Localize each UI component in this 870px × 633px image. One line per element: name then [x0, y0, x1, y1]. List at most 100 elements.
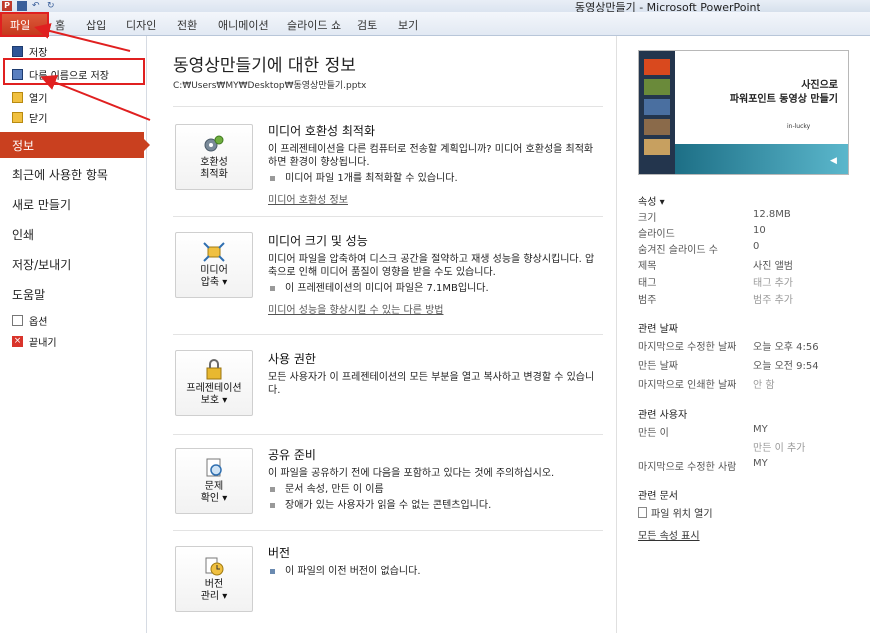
nav-save-as[interactable]: 다른 이름으로 저장: [12, 65, 109, 83]
button-label: 압축 ▾: [200, 277, 228, 288]
nav-new[interactable]: 새로 만들기: [12, 196, 71, 213]
permissions-section: 사용 권한 모든 사용자가 이 프레젠테이션의 모든 부분을 열고 복사하고 변…: [268, 350, 598, 397]
manage-versions-button[interactable]: 버전 관리 ▾: [175, 546, 253, 612]
section-title: 공유 준비: [268, 448, 316, 462]
prop-tags[interactable]: 태그 태그 추가: [638, 274, 868, 289]
thumbnail-subtitle: in-lucky: [787, 123, 811, 130]
exit-icon: ×: [12, 335, 23, 347]
properties-heading[interactable]: 속성 ▾: [638, 193, 665, 208]
info-pane: 동영상만들기에 대한 정보 C:₩Users₩MY₩Desktop₩동영상만들기…: [148, 36, 615, 633]
file-path: C:₩Users₩MY₩Desktop₩동영상만들기.pptx: [173, 81, 367, 91]
quick-access-toolbar: P ↶ ↻: [2, 0, 57, 12]
divider: [173, 216, 603, 217]
tab-design[interactable]: 디자인: [126, 17, 156, 33]
nav-options[interactable]: 옵션: [12, 311, 47, 329]
button-label: 미디어: [200, 265, 228, 276]
button-label: 버전: [204, 579, 224, 590]
tab-home[interactable]: 홈: [55, 17, 65, 33]
nav-save-send[interactable]: 저장/보내기: [12, 256, 71, 273]
tab-slideshow[interactable]: 슬라이드 쇼: [287, 17, 341, 33]
prop-last-modified: 마지막으로 수정한 날짜 오늘 오후 4:56: [638, 342, 819, 353]
nav-recent[interactable]: 최근에 사용한 항목: [12, 166, 108, 183]
section-title: 미디어 크기 및 성능: [268, 234, 368, 248]
save-icon[interactable]: [17, 1, 27, 11]
prop-title[interactable]: 제목 사진 앨범: [638, 257, 868, 272]
properties-panel: 사진으로 파워포인트 동영상 만들기 in-lucky ◀ 속성 ▾ 크기 12.…: [616, 36, 870, 633]
save-as-icon: [12, 68, 23, 80]
divider: [173, 530, 603, 531]
section-desc: 이 프레젠테이션을 다른 컴퓨터로 전송할 계획입니까? 미디어 호환성을 최적…: [268, 144, 594, 168]
compress-media-button[interactable]: 미디어 압축 ▾: [175, 232, 253, 298]
nav-close[interactable]: 닫기: [12, 108, 47, 126]
ribbon-tab-bar: 홈 삽입 디자인 전환 애니메이션 슬라이드 쇼 검토 보기: [0, 12, 870, 36]
bullet-item: 미디어 파일 1개를 최적화할 수 있습니다.: [268, 172, 598, 185]
tab-review[interactable]: 검토: [357, 17, 377, 33]
prop-created: 만든 날짜 오늘 오전 9:54: [638, 361, 819, 372]
check-for-issues-button[interactable]: 문제 확인 ▾: [175, 448, 253, 514]
add-author-field[interactable]: 만든 이 추가: [638, 439, 868, 454]
section-title: 버전: [268, 546, 291, 560]
prop-categories[interactable]: 범주 범주 추가: [638, 291, 868, 306]
tab-view[interactable]: 보기: [398, 17, 418, 33]
document-icon: [638, 507, 647, 518]
nav-print[interactable]: 인쇄: [12, 226, 34, 243]
nav-info-label: 정보: [12, 139, 35, 153]
speaker-icon: ◀: [830, 156, 837, 166]
undo-icon[interactable]: ↶: [32, 1, 42, 11]
protect-presentation-button[interactable]: 프레젠테이션 보호 ▾: [175, 350, 253, 416]
thumbnail-photo-strip: [639, 51, 675, 174]
nav-options-label: 옵션: [29, 316, 48, 328]
show-all-properties-link[interactable]: 모든 속성 표시: [638, 527, 700, 542]
related-documents-heading: 관련 문서: [638, 491, 678, 502]
prop-slides: 슬라이드 10: [638, 225, 766, 240]
compress-icon: [203, 242, 225, 262]
prop-hidden-slides: 숨겨진 슬라이드 수0: [638, 241, 760, 256]
button-label: 최적화: [200, 169, 228, 180]
redo-icon[interactable]: ↻: [47, 1, 57, 11]
nav-help[interactable]: 도움말: [12, 286, 45, 303]
prop-author: 만든 이 MY: [638, 424, 768, 439]
backstage-nav: 저장 다른 이름으로 저장 열기 닫기 정보 최근에 사용한 항목 새로 만들기…: [0, 36, 150, 633]
divider: [173, 106, 603, 107]
tab-animations[interactable]: 애니메이션: [218, 17, 269, 33]
section-desc: 미디어 파일을 압축하여 디스크 공간을 절약하고 재생 성능을 향상시킵니다.…: [268, 254, 595, 278]
powerpoint-backstage: P ↶ ↻ 동영상만들기 - Microsoft PowerPoint 홈 삽입…: [0, 0, 870, 633]
button-label: 확인 ▾: [200, 493, 228, 504]
nav-open[interactable]: 열기: [12, 88, 47, 106]
open-file-location-link[interactable]: 파일 위치 열기: [638, 505, 713, 520]
tab-transitions[interactable]: 전환: [177, 17, 197, 33]
button-label: 프레젠테이션: [186, 383, 242, 394]
open-folder-icon: [12, 91, 23, 103]
nav-save[interactable]: 저장: [12, 42, 47, 60]
page-title: 동영상만들기에 대한 정보: [173, 56, 356, 76]
nav-info[interactable]: 정보: [0, 132, 150, 158]
media-performance-link[interactable]: 미디어 성능을 향상시킬 수 있는 다른 방법: [268, 301, 598, 316]
tab-insert[interactable]: 삽입: [86, 17, 106, 33]
versions-section: 버전 이 파일의 이전 버전이 없습니다.: [268, 544, 598, 578]
compatibility-info-link[interactable]: 미디어 호환성 정보: [268, 191, 598, 206]
window-controls[interactable]: [760, 0, 870, 12]
section-title: 미디어 호환성 최적화: [268, 124, 375, 138]
bullet-item: 이 파일의 이전 버전이 없습니다.: [268, 565, 598, 578]
thumbnail-title: 사진으로 파워포인트 동영상 만들기: [729, 80, 838, 105]
button-label: 관리 ▾: [200, 591, 228, 602]
nav-save-as-label: 다른 이름으로 저장: [29, 70, 109, 82]
nav-exit[interactable]: × 끝내기: [12, 332, 57, 350]
related-people-heading: 관련 사용자: [638, 410, 688, 421]
button-label: 문제: [204, 481, 224, 492]
media-size-section: 미디어 크기 및 성능 미디어 파일을 압축하여 디스크 공간을 절약하고 재생…: [268, 232, 598, 316]
nav-close-label: 닫기: [29, 113, 48, 125]
related-dates-heading: 관련 날짜: [638, 324, 678, 335]
gears-icon: [204, 135, 224, 152]
save-icon: [12, 45, 23, 57]
divider: [173, 334, 603, 335]
bullet-item: 문서 속성, 만든 이 이름: [268, 483, 598, 496]
nav-open-label: 열기: [29, 93, 48, 105]
divider: [173, 434, 603, 435]
prop-last-printed: 마지막으로 인쇄한 날짜 안 함: [638, 380, 775, 391]
bullet-item: 이 프레젠테이션의 미디어 파일은 7.1MB입니다.: [268, 282, 598, 295]
inspect-document-icon: [206, 458, 222, 477]
powerpoint-app-icon: P: [2, 1, 12, 11]
optimize-compatibility-button[interactable]: 호환성 최적화: [175, 124, 253, 190]
tab-file[interactable]: 파일: [0, 12, 48, 36]
